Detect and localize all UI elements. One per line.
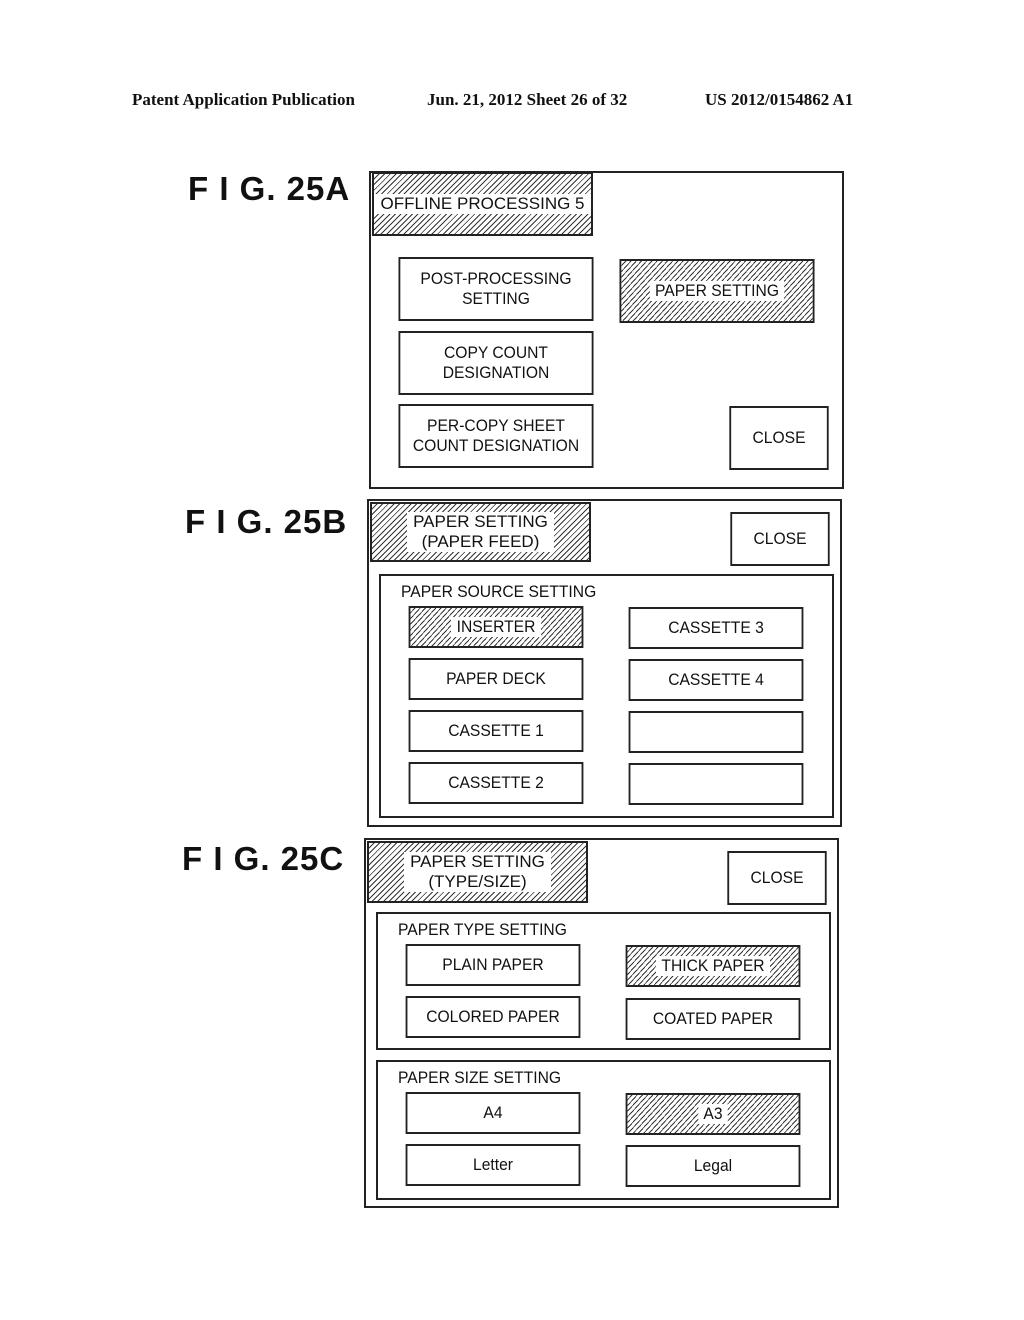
- type-thick-paper-button[interactable]: THICK PAPER: [625, 945, 801, 987]
- button-label: POST-PROCESSING SETTING: [420, 269, 572, 308]
- figure-label-25b: F I G. 25B: [185, 503, 348, 540]
- button-label: PAPER DECK: [446, 669, 546, 688]
- button-label: COPY COUNT DESIGNATION: [442, 343, 550, 382]
- close-button[interactable]: CLOSE: [729, 406, 829, 470]
- button-label: Letter: [472, 1155, 513, 1174]
- button-label: PER-COPY SHEET COUNT DESIGNATION: [412, 416, 580, 455]
- button-label: INSERTER: [451, 617, 541, 637]
- button-label: CLOSE: [752, 428, 806, 447]
- source-cassette-2-button[interactable]: CASSETTE 2: [408, 762, 584, 804]
- close-button[interactable]: CLOSE: [727, 851, 827, 905]
- offline-processing-panel: OFFLINE PROCESSING 5 POST-PROCESSING SET…: [369, 171, 844, 489]
- type-coated-paper-button[interactable]: COATED PAPER: [625, 998, 801, 1040]
- source-cassette-4-button[interactable]: CASSETTE 4: [628, 659, 804, 701]
- paper-size-group: PAPER SIZE SETTING A4 A3 Letter Legal: [376, 1060, 831, 1200]
- button-label: A4: [483, 1103, 503, 1122]
- panel-title: OFFLINE PROCESSING 5: [372, 172, 593, 236]
- panel-title: PAPER SETTING (TYPE/SIZE): [367, 841, 588, 903]
- figure-label-25a: F I G. 25A: [188, 170, 351, 207]
- panel-title-text: OFFLINE PROCESSING 5: [374, 194, 591, 214]
- button-label: CLOSE: [753, 529, 807, 548]
- source-cassette-3-button[interactable]: CASSETTE 3: [628, 607, 804, 649]
- panel-title-text: PAPER SETTING (PAPER FEED): [407, 512, 554, 552]
- size-legal-button[interactable]: Legal: [625, 1145, 801, 1187]
- button-label: PLAIN PAPER: [442, 955, 544, 974]
- source-inserter-button[interactable]: INSERTER: [408, 606, 584, 648]
- paper-setting-button[interactable]: PAPER SETTING: [619, 259, 815, 323]
- size-letter-button[interactable]: Letter: [405, 1144, 581, 1186]
- patent-number: US 2012/0154862 A1: [705, 90, 854, 109]
- button-label: CASSETTE 1: [448, 721, 544, 740]
- button-label: CASSETTE 3: [668, 618, 764, 637]
- close-button[interactable]: CLOSE: [730, 512, 830, 566]
- button-label: PAPER SETTING: [649, 281, 785, 301]
- button-label: THICK PAPER: [655, 956, 771, 976]
- button-label: CASSETTE 2: [448, 773, 544, 792]
- button-label: Legal: [693, 1156, 733, 1175]
- panel-title-text: PAPER SETTING (TYPE/SIZE): [404, 852, 551, 892]
- button-label: CLOSE: [750, 868, 804, 887]
- source-paper-deck-button[interactable]: PAPER DECK: [408, 658, 584, 700]
- button-label: CASSETTE 4: [668, 670, 764, 689]
- button-label: A3: [697, 1104, 729, 1124]
- button-label: COLORED PAPER: [426, 1007, 560, 1026]
- publication-label: Patent Application Publication: [132, 90, 355, 109]
- type-plain-paper-button[interactable]: PLAIN PAPER: [405, 944, 581, 986]
- source-empty-button[interactable]: [628, 711, 804, 753]
- paper-feed-panel: PAPER SETTING (PAPER FEED) CLOSE PAPER S…: [367, 499, 842, 827]
- size-a3-button[interactable]: A3: [625, 1093, 801, 1135]
- source-cassette-1-button[interactable]: CASSETTE 1: [408, 710, 584, 752]
- panel-title: PAPER SETTING (PAPER FEED): [370, 502, 591, 562]
- post-processing-setting-button[interactable]: POST-PROCESSING SETTING: [398, 257, 594, 321]
- type-colored-paper-button[interactable]: COLORED PAPER: [405, 996, 581, 1038]
- button-label: COATED PAPER: [652, 1009, 774, 1028]
- group-title: PAPER SIZE SETTING: [398, 1068, 562, 1087]
- copy-count-designation-button[interactable]: COPY COUNT DESIGNATION: [398, 331, 594, 395]
- figure-label-25c: F I G. 25C: [182, 840, 345, 877]
- source-empty-button[interactable]: [628, 763, 804, 805]
- group-title: PAPER TYPE SETTING: [398, 920, 567, 939]
- per-copy-sheet-count-button[interactable]: PER-COPY SHEET COUNT DESIGNATION: [398, 404, 594, 468]
- group-title: PAPER SOURCE SETTING: [401, 582, 597, 601]
- type-size-panel: PAPER SETTING (TYPE/SIZE) CLOSE PAPER TY…: [364, 838, 839, 1208]
- size-a4-button[interactable]: A4: [405, 1092, 581, 1134]
- date-sheet: Jun. 21, 2012 Sheet 26 of 32: [427, 90, 628, 109]
- paper-source-group: PAPER SOURCE SETTING INSERTER PAPER DECK…: [379, 574, 834, 818]
- paper-type-group: PAPER TYPE SETTING PLAIN PAPER THICK PAP…: [376, 912, 831, 1050]
